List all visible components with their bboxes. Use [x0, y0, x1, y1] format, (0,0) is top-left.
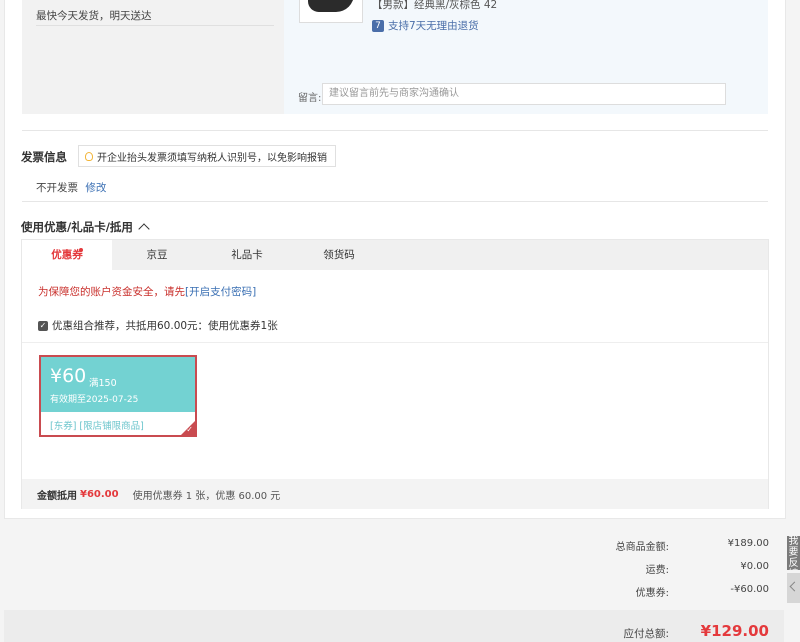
coupon-header: ¥60 满150 有效期至2025-07-25: [41, 357, 195, 412]
shipping-divider: [36, 25, 274, 26]
summary-description: 使用优惠券 1 张，优惠 60.00 元: [132, 490, 281, 502]
total-row-value: -¥60.00: [730, 584, 769, 595]
invoice-status: 不开发票 修改: [36, 180, 106, 195]
check-icon: ✓: [186, 425, 193, 434]
payable-total-bar: 应付总额: ¥129.00: [4, 610, 784, 642]
summary-label: 金额抵用: [37, 490, 77, 502]
message-input[interactable]: 建议留言前先与商家沟通确认: [322, 83, 726, 105]
chevron-up-icon: [138, 223, 150, 235]
payable-value: ¥129.00: [700, 622, 769, 640]
coupon-amount: ¥60: [50, 365, 87, 387]
return-policy-text: 支持7天无理由退货: [388, 20, 479, 32]
total-row-value: ¥189.00: [727, 538, 769, 549]
return-policy[interactable]: 7 支持7天无理由退货: [372, 18, 479, 33]
coupon-expiry: 有效期至2025-07-25: [50, 395, 139, 405]
total-row: 运费: ¥0.00: [549, 561, 769, 576]
new-badge-dot: [79, 248, 83, 252]
coupon-card[interactable]: ¥60 满150 有效期至2025-07-25 [东券] [限店铺限商品] ✓: [39, 355, 197, 437]
total-row-label: 运费:: [645, 565, 669, 576]
invoice-edit-link[interactable]: 修改: [85, 182, 106, 194]
product-variant: 【男款】经典黑/灰棕色 42: [372, 0, 498, 11]
coupon-tabs: 优惠券 京豆 礼品卡 领货码: [22, 240, 768, 270]
tab-label: 领货码: [323, 249, 355, 261]
coupon-tags: [东券] [限店铺限商品]: [50, 421, 144, 432]
coupon-section-title: 使用优惠/礼品卡/抵用: [21, 220, 133, 234]
lightbulb-icon: [85, 151, 93, 161]
security-notice: 为保障您的账户资金安全，请先[开启支付密码]: [38, 284, 256, 299]
security-notice-text: 为保障您的账户资金安全，请先: [38, 286, 185, 298]
tab-jingdou[interactable]: 京豆: [112, 240, 202, 270]
message-label: 留言:: [298, 93, 322, 104]
back-to-top-button[interactable]: [787, 573, 800, 603]
tab-coupon[interactable]: 优惠券: [22, 240, 112, 270]
total-row-label: 总商品金额:: [615, 542, 669, 553]
total-row-label: 优惠券:: [635, 588, 669, 599]
combo-recommendation[interactable]: ✓ 优惠组合推荐，共抵用60.00元：使用优惠券1张: [38, 318, 278, 333]
invoice-tip: 开企业抬头发票须填写纳税人识别号，以免影响报销: [78, 145, 336, 167]
invoice-tip-text: 开企业抬头发票须填写纳税人识别号，以免影响报销: [97, 152, 327, 164]
invoice-status-text: 不开发票: [36, 182, 78, 194]
product-thumbnail[interactable]: [299, 0, 363, 23]
section-divider: [22, 130, 768, 131]
panel-divider: [22, 342, 768, 343]
section-divider: [22, 201, 768, 202]
tab-label: 优惠券: [51, 249, 83, 261]
enable-payment-password-link[interactable]: [开启支付密码]: [185, 286, 256, 298]
coupon-section-toggle[interactable]: 使用优惠/礼品卡/抵用: [21, 219, 150, 235]
tab-redeem-code[interactable]: 领货码: [294, 240, 384, 270]
tab-gift-card[interactable]: 礼品卡: [202, 240, 292, 270]
payable-label: 应付总额:: [623, 628, 669, 640]
invoice-title: 发票信息: [21, 150, 67, 164]
total-row: 优惠券: -¥60.00: [549, 584, 769, 599]
return-policy-icon: 7: [372, 19, 384, 32]
shipping-info-box: 最快今天发货，明天送达: [22, 0, 284, 114]
feedback-button[interactable]: 我要反馈: [787, 536, 800, 570]
coupon-condition: 满150: [89, 378, 117, 389]
summary-value: ¥60.00: [80, 488, 119, 500]
shoe-image: [308, 0, 354, 12]
combo-text: 优惠组合推荐，共抵用60.00元：使用优惠券1张: [52, 320, 278, 332]
back-to-top-icon: [789, 581, 800, 592]
tab-label: 礼品卡: [231, 249, 263, 261]
total-row: 总商品金额: ¥189.00: [549, 538, 769, 553]
coupon-summary-bar: 金额抵用 ¥60.00 使用优惠券 1 张，优惠 60.00 元: [22, 479, 768, 509]
tab-label: 京豆: [146, 249, 168, 261]
shipping-eta: 最快今天发货，明天送达: [36, 10, 152, 22]
total-row-value: ¥0.00: [740, 561, 769, 572]
checkbox-checked-icon[interactable]: ✓: [38, 320, 48, 331]
